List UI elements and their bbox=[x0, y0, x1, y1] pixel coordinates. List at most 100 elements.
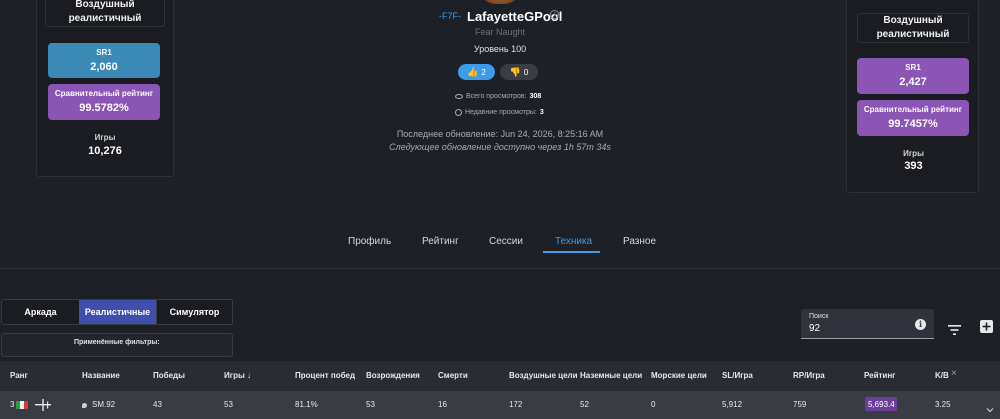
recent-views-value: 3 bbox=[539, 109, 544, 116]
avatar bbox=[478, 0, 522, 4]
section-divider bbox=[0, 268, 1000, 269]
col-win-rate[interactable]: Процент побед bbox=[295, 371, 355, 380]
col-sl-per-game[interactable]: SL/Игра bbox=[722, 371, 753, 380]
cell-air-targets: 172 bbox=[509, 400, 523, 409]
clock-icon bbox=[455, 109, 462, 116]
left-sr1-stat: SR1 2,060 bbox=[48, 43, 160, 78]
info-icon[interactable]: i bbox=[915, 319, 926, 330]
thumbs-up-icon: 👍 bbox=[467, 66, 479, 77]
cell-games: 53 bbox=[224, 400, 233, 409]
username: LafayetteGPool bbox=[467, 9, 563, 24]
cell-kd: 3.25 bbox=[935, 400, 951, 409]
col-ground-targets[interactable]: Наземные цели bbox=[580, 371, 642, 380]
right-stats-card: Воздушный реалистичный SR1 2,427 Сравнит… bbox=[846, 0, 979, 193]
italy-flag-icon bbox=[16, 401, 28, 409]
left-mode-label: Воздушный реалистичный bbox=[68, 0, 142, 24]
recent-views-label: Недавние просмотры: bbox=[465, 109, 537, 116]
cell-naval-targets: 0 bbox=[651, 400, 656, 409]
col-rp-per-game[interactable]: RP/Игра bbox=[793, 371, 825, 380]
cell-deaths: 16 bbox=[438, 400, 447, 409]
player-level: Уровень 100 bbox=[473, 44, 527, 54]
left-rating-label: Сравнительный рейтинг bbox=[54, 89, 154, 98]
table-row[interactable] bbox=[0, 391, 1000, 419]
tab-sessions[interactable]: Сессии bbox=[489, 236, 523, 247]
right-rating-stat: Сравнительный рейтинг 99.7457% bbox=[857, 100, 969, 136]
cell-respawns: 53 bbox=[366, 400, 375, 409]
mode-realistic-label: Реалистичные bbox=[84, 307, 151, 317]
mode-simulator-button[interactable]: Симулятор bbox=[156, 300, 232, 324]
left-games-label: Игры bbox=[94, 133, 116, 142]
right-games-label: Игры bbox=[903, 149, 924, 158]
applied-filters-label: Применённые фильтры: bbox=[74, 339, 160, 346]
left-games-value: 10,276 bbox=[88, 145, 122, 157]
close-icon[interactable]: × bbox=[951, 368, 957, 379]
tab-profile[interactable]: Профиль bbox=[348, 236, 391, 247]
left-rating-value: 99.5782% bbox=[79, 102, 129, 114]
cell-ground-targets: 52 bbox=[580, 400, 589, 409]
filter-icon[interactable] bbox=[948, 322, 961, 335]
total-views-label: Всего просмотров: bbox=[466, 93, 527, 100]
col-respawns[interactable]: Возрождения bbox=[366, 371, 420, 380]
eye-icon bbox=[455, 94, 463, 99]
dislike-count: 0 bbox=[523, 67, 529, 77]
last-update: Последнее обновление: Jun 24, 2026, 8:25… bbox=[396, 129, 604, 139]
search-field[interactable]: Поиск 92 i bbox=[801, 309, 934, 339]
col-rating[interactable]: Рейтинг bbox=[864, 371, 896, 380]
cell-sl-per-game: 5,912 bbox=[722, 400, 743, 409]
right-games-value: 393 bbox=[904, 160, 923, 172]
row-expand-icon[interactable] bbox=[986, 401, 994, 413]
cell-name[interactable]: SM.92 bbox=[92, 400, 115, 409]
like-button[interactable]: 👍 2 bbox=[458, 64, 495, 80]
cell-rp-per-game: 759 bbox=[793, 400, 807, 409]
right-rating-value: 99.7457% bbox=[888, 118, 938, 130]
col-naval-targets[interactable]: Морские цели bbox=[651, 371, 707, 380]
mode-realistic-button[interactable]: Реалистичные bbox=[79, 300, 156, 324]
col-rank[interactable]: Ранг bbox=[10, 371, 28, 380]
col-games[interactable]: Игры ↓ bbox=[224, 371, 251, 380]
mode-simulator-label: Симулятор bbox=[169, 307, 220, 317]
left-sr1-value: 2,060 bbox=[90, 60, 118, 73]
next-update: Следующее обновление доступно через 1h 5… bbox=[389, 142, 611, 152]
dislike-button[interactable]: 👎 0 bbox=[500, 64, 538, 80]
total-views-row: Всего просмотров: 308 bbox=[455, 93, 541, 100]
right-sr1-stat: SR1 2,427 bbox=[857, 58, 969, 94]
thumbs-down-icon: 👎 bbox=[509, 66, 521, 77]
recent-views-row: Недавние просмотры: 3 bbox=[455, 109, 544, 116]
col-wins[interactable]: Победы bbox=[153, 371, 185, 380]
right-sr1-label: SR1 bbox=[905, 63, 921, 72]
tab-rating[interactable]: Рейтинг bbox=[422, 236, 459, 247]
table-header bbox=[0, 361, 1000, 391]
col-kd[interactable]: K/B bbox=[935, 371, 949, 380]
right-mode-label: Воздушный реалистичный bbox=[876, 15, 950, 40]
player-title: Fear Naught bbox=[474, 27, 526, 37]
cell-wins: 43 bbox=[153, 400, 162, 409]
col-deaths[interactable]: Смерти bbox=[438, 371, 468, 380]
right-mode-box: Воздушный реалистичный bbox=[857, 13, 969, 43]
col-air-targets[interactable]: Воздушные цели bbox=[509, 371, 578, 380]
left-mode-box: Воздушный реалистичный bbox=[45, 0, 165, 27]
add-column-icon[interactable] bbox=[980, 320, 993, 333]
tab-vehicles[interactable]: Техника bbox=[555, 236, 592, 247]
search-label: Поиск bbox=[809, 313, 829, 320]
col-name[interactable]: Название bbox=[82, 371, 120, 380]
clan-tag: -F7F- bbox=[439, 11, 461, 21]
total-views-value: 308 bbox=[529, 93, 542, 100]
like-count: 2 bbox=[481, 67, 486, 77]
left-stats-card: Воздушный реалистичный SR1 2,060 Сравнит… bbox=[36, 0, 174, 177]
cell-rating: 5,693.4 bbox=[868, 400, 895, 409]
right-sr1-value: 2,427 bbox=[899, 76, 927, 88]
active-tab-underline bbox=[543, 251, 600, 253]
history-icon[interactable] bbox=[550, 10, 559, 19]
left-rating-stat: Сравнительный рейтинг 99.5782% bbox=[48, 84, 160, 120]
pin-icon bbox=[82, 403, 87, 408]
applied-filters-box: Применённые фильтры: bbox=[1, 333, 233, 357]
aircraft-icon bbox=[34, 398, 52, 412]
cell-rank: 3 bbox=[10, 400, 15, 409]
tab-misc[interactable]: Разное bbox=[623, 236, 656, 247]
search-input[interactable]: 92 bbox=[809, 323, 820, 334]
mode-arcade-button[interactable]: Аркада bbox=[2, 300, 79, 324]
mode-arcade-label: Аркада bbox=[24, 307, 57, 317]
cell-win-rate: 81.1% bbox=[295, 400, 318, 409]
left-sr1-label: SR1 bbox=[96, 47, 112, 57]
right-rating-label: Сравнительный рейтинг bbox=[863, 105, 963, 114]
